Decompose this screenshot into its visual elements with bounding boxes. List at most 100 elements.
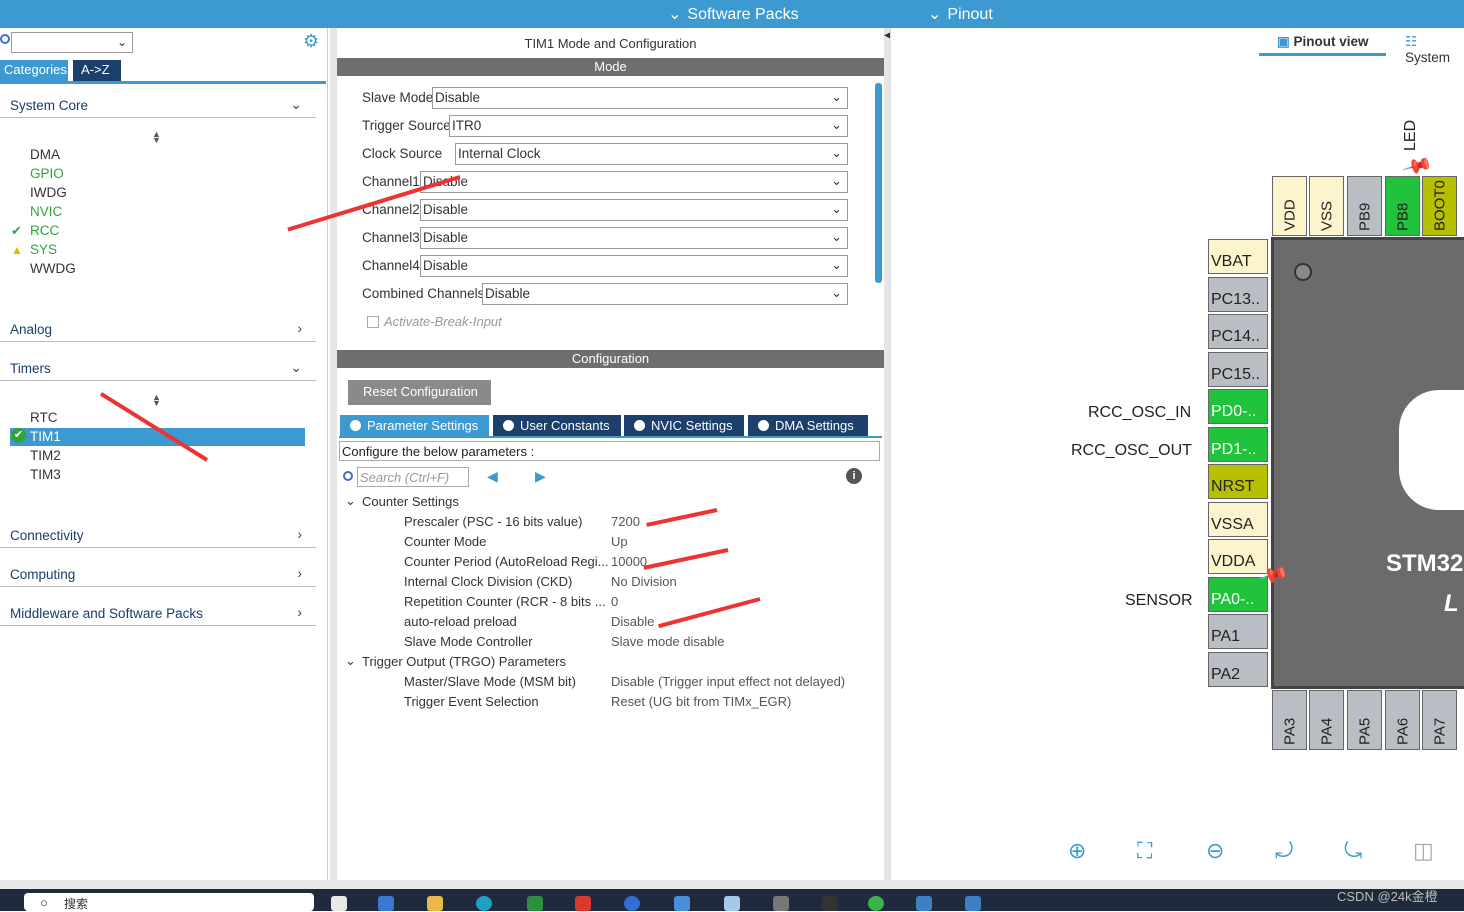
param-value[interactable]: Disable (Trigger input effect not delaye… bbox=[611, 674, 845, 689]
zoom-out-icon[interactable]: ⊖ bbox=[1206, 838, 1224, 864]
zoom-in-icon[interactable]: ⊕ bbox=[1068, 838, 1086, 864]
param-value[interactable]: Reset (UG bit from TIMx_EGR) bbox=[611, 694, 791, 709]
monitor-icon[interactable] bbox=[674, 896, 690, 911]
category-search-select[interactable]: ⌄ bbox=[11, 32, 133, 53]
fit-screen-icon[interactable]: ⛶ bbox=[1137, 838, 1152, 864]
list-item-nvic[interactable]: NVIC bbox=[30, 204, 62, 219]
sort-icon[interactable]: ▲ ▼ bbox=[152, 393, 161, 408]
section-middleware[interactable]: Middleware and Software Packs › bbox=[0, 602, 316, 626]
mail-icon[interactable] bbox=[378, 896, 394, 911]
section-timers[interactable]: Timers ⌄ bbox=[0, 357, 316, 381]
task-view-icon[interactable] bbox=[331, 896, 347, 911]
pin-vdd-top[interactable]: VDD bbox=[1272, 176, 1307, 236]
pin-pa6[interactable]: PA6 bbox=[1385, 690, 1420, 750]
tab-nvic-settings[interactable]: NVIC Settings bbox=[624, 415, 744, 437]
tab-categories[interactable]: Categories bbox=[0, 60, 68, 82]
counter-settings-group[interactable]: Counter Settings bbox=[362, 494, 459, 509]
list-item-sys[interactable]: SYS bbox=[30, 242, 57, 257]
system-view-tab[interactable]: ☷ System bbox=[1405, 34, 1464, 65]
stm32cubemx-icon[interactable] bbox=[916, 896, 932, 911]
pin-pb8[interactable]: PB8 bbox=[1385, 176, 1420, 236]
channel3-select[interactable]: Disable ⌄ bbox=[420, 227, 848, 249]
pin-pa4[interactable]: PA4 bbox=[1309, 690, 1344, 750]
taskbar-search[interactable]: ○ 搜索 bbox=[24, 893, 314, 911]
list-item-wwdg[interactable]: WWDG bbox=[30, 261, 76, 276]
pin-vbat[interactable]: VBAT bbox=[1208, 239, 1268, 274]
pin-pa7[interactable]: PA7 bbox=[1422, 690, 1457, 750]
pin-boot0[interactable]: BOOT0 bbox=[1422, 176, 1457, 236]
clock-source-select[interactable]: Internal Clock ⌄ bbox=[455, 143, 848, 165]
stm32cubemx-icon[interactable] bbox=[965, 896, 981, 911]
pin-pa2[interactable]: PA2 bbox=[1208, 652, 1268, 687]
pin-pb9[interactable]: PB9 bbox=[1347, 176, 1382, 236]
sort-icon[interactable]: ▲ ▼ bbox=[152, 130, 161, 145]
param-value[interactable]: 7200 bbox=[611, 514, 640, 529]
section-computing[interactable]: Computing › bbox=[0, 563, 316, 587]
software-packs-menu[interactable]: ⌄ Software Packs bbox=[668, 4, 799, 24]
param-value[interactable]: Disable bbox=[611, 614, 654, 629]
collapse-icon[interactable]: ⌄ bbox=[345, 653, 356, 669]
list-item-rtc[interactable]: RTC bbox=[30, 410, 58, 425]
param-value[interactable]: 10000 bbox=[611, 554, 647, 569]
wechat-icon[interactable] bbox=[868, 896, 884, 911]
pin-pd0[interactable]: PD0-.. bbox=[1208, 389, 1268, 424]
excel-icon[interactable] bbox=[527, 896, 543, 911]
tab-user-constants[interactable]: User Constants bbox=[493, 415, 621, 437]
trgo-parameters-group[interactable]: Trigger Output (TRGO) Parameters bbox=[362, 654, 566, 669]
pin-pc15[interactable]: PC15.. bbox=[1208, 352, 1268, 387]
rotate-left-icon[interactable]: ⤿ bbox=[1344, 838, 1362, 864]
combined-channels-select[interactable]: Disable ⌄ bbox=[482, 283, 848, 305]
pin-vdda[interactable]: VDDA bbox=[1208, 539, 1268, 574]
tab-dma-settings[interactable]: DMA Settings bbox=[748, 415, 868, 437]
param-value[interactable]: 0 bbox=[611, 594, 618, 609]
mode-scrollbar[interactable] bbox=[875, 83, 882, 283]
pin-pa0[interactable]: PA0-.. bbox=[1208, 577, 1268, 612]
section-analog[interactable]: Analog › bbox=[0, 318, 316, 342]
list-item-tim1[interactable]: TIM1 bbox=[30, 429, 61, 444]
param-value[interactable]: No Division bbox=[611, 574, 677, 589]
list-item-rcc[interactable]: RCC bbox=[30, 223, 59, 238]
browser-icon[interactable] bbox=[624, 896, 640, 911]
pin-pa5[interactable]: PA5 bbox=[1347, 690, 1382, 750]
pinout-menu[interactable]: ⌄ Pinout bbox=[928, 4, 993, 24]
pin-nrst[interactable]: NRST bbox=[1208, 464, 1268, 499]
list-item-iwdg[interactable]: IWDG bbox=[30, 185, 67, 200]
param-search-input[interactable]: Search (Ctrl+F) bbox=[357, 467, 469, 487]
pin-pc14[interactable]: PC14.. bbox=[1208, 314, 1268, 349]
folder-icon[interactable] bbox=[427, 896, 443, 911]
collapse-icon[interactable]: ⌄ bbox=[345, 493, 356, 509]
section-system-core[interactable]: System Core ⌄ bbox=[0, 94, 316, 118]
section-connectivity[interactable]: Connectivity › bbox=[0, 524, 316, 548]
pin-vssa[interactable]: VSSA bbox=[1208, 502, 1268, 537]
pinout-view-tab[interactable]: ▣ Pinout view bbox=[1277, 34, 1369, 50]
trigger-source-select[interactable]: ITR0 ⌄ bbox=[449, 115, 848, 137]
pin-pd1[interactable]: PD1-.. bbox=[1208, 427, 1268, 462]
tab-parameter-settings[interactable]: Parameter Settings bbox=[340, 415, 489, 437]
list-item-tim3[interactable]: TIM3 bbox=[30, 467, 61, 482]
pin-pc13[interactable]: PC13.. bbox=[1208, 277, 1268, 312]
pin-pa3[interactable]: PA3 bbox=[1272, 690, 1307, 750]
list-item-gpio[interactable]: GPIO bbox=[30, 166, 64, 181]
pin-pa1[interactable]: PA1 bbox=[1208, 614, 1268, 649]
param-value[interactable]: Up bbox=[611, 534, 628, 549]
rotate-right-icon[interactable]: ⤾ bbox=[1275, 838, 1293, 864]
channel1-select[interactable]: Disable⌄ bbox=[420, 171, 848, 193]
edge-icon[interactable] bbox=[476, 896, 492, 911]
previous-icon[interactable]: ◀ bbox=[487, 468, 498, 485]
gear-icon[interactable]: ⚙ bbox=[303, 31, 319, 52]
calculator-icon[interactable] bbox=[773, 896, 789, 911]
tool-icon[interactable] bbox=[724, 896, 740, 911]
channel4-select[interactable]: Disable ⌄ bbox=[420, 255, 848, 277]
pin-vss-top[interactable]: VSS bbox=[1309, 176, 1344, 236]
next-icon[interactable]: ▶ bbox=[535, 468, 546, 485]
tab-a-z[interactable]: A->Z bbox=[73, 60, 121, 82]
slave-mode-select[interactable]: Disable ⌄ bbox=[432, 87, 848, 109]
app-icon[interactable] bbox=[575, 896, 591, 911]
split-view-icon[interactable]: ◫ bbox=[1413, 838, 1434, 864]
info-icon[interactable]: i bbox=[846, 468, 862, 484]
param-value[interactable]: Slave mode disable bbox=[611, 634, 724, 649]
reset-configuration-button[interactable]: Reset Configuration bbox=[348, 380, 491, 405]
channel2-select[interactable]: Disable ⌄ bbox=[420, 199, 848, 221]
activate-break-checkbox[interactable] bbox=[367, 316, 379, 328]
list-item-dma[interactable]: DMA bbox=[30, 147, 60, 162]
